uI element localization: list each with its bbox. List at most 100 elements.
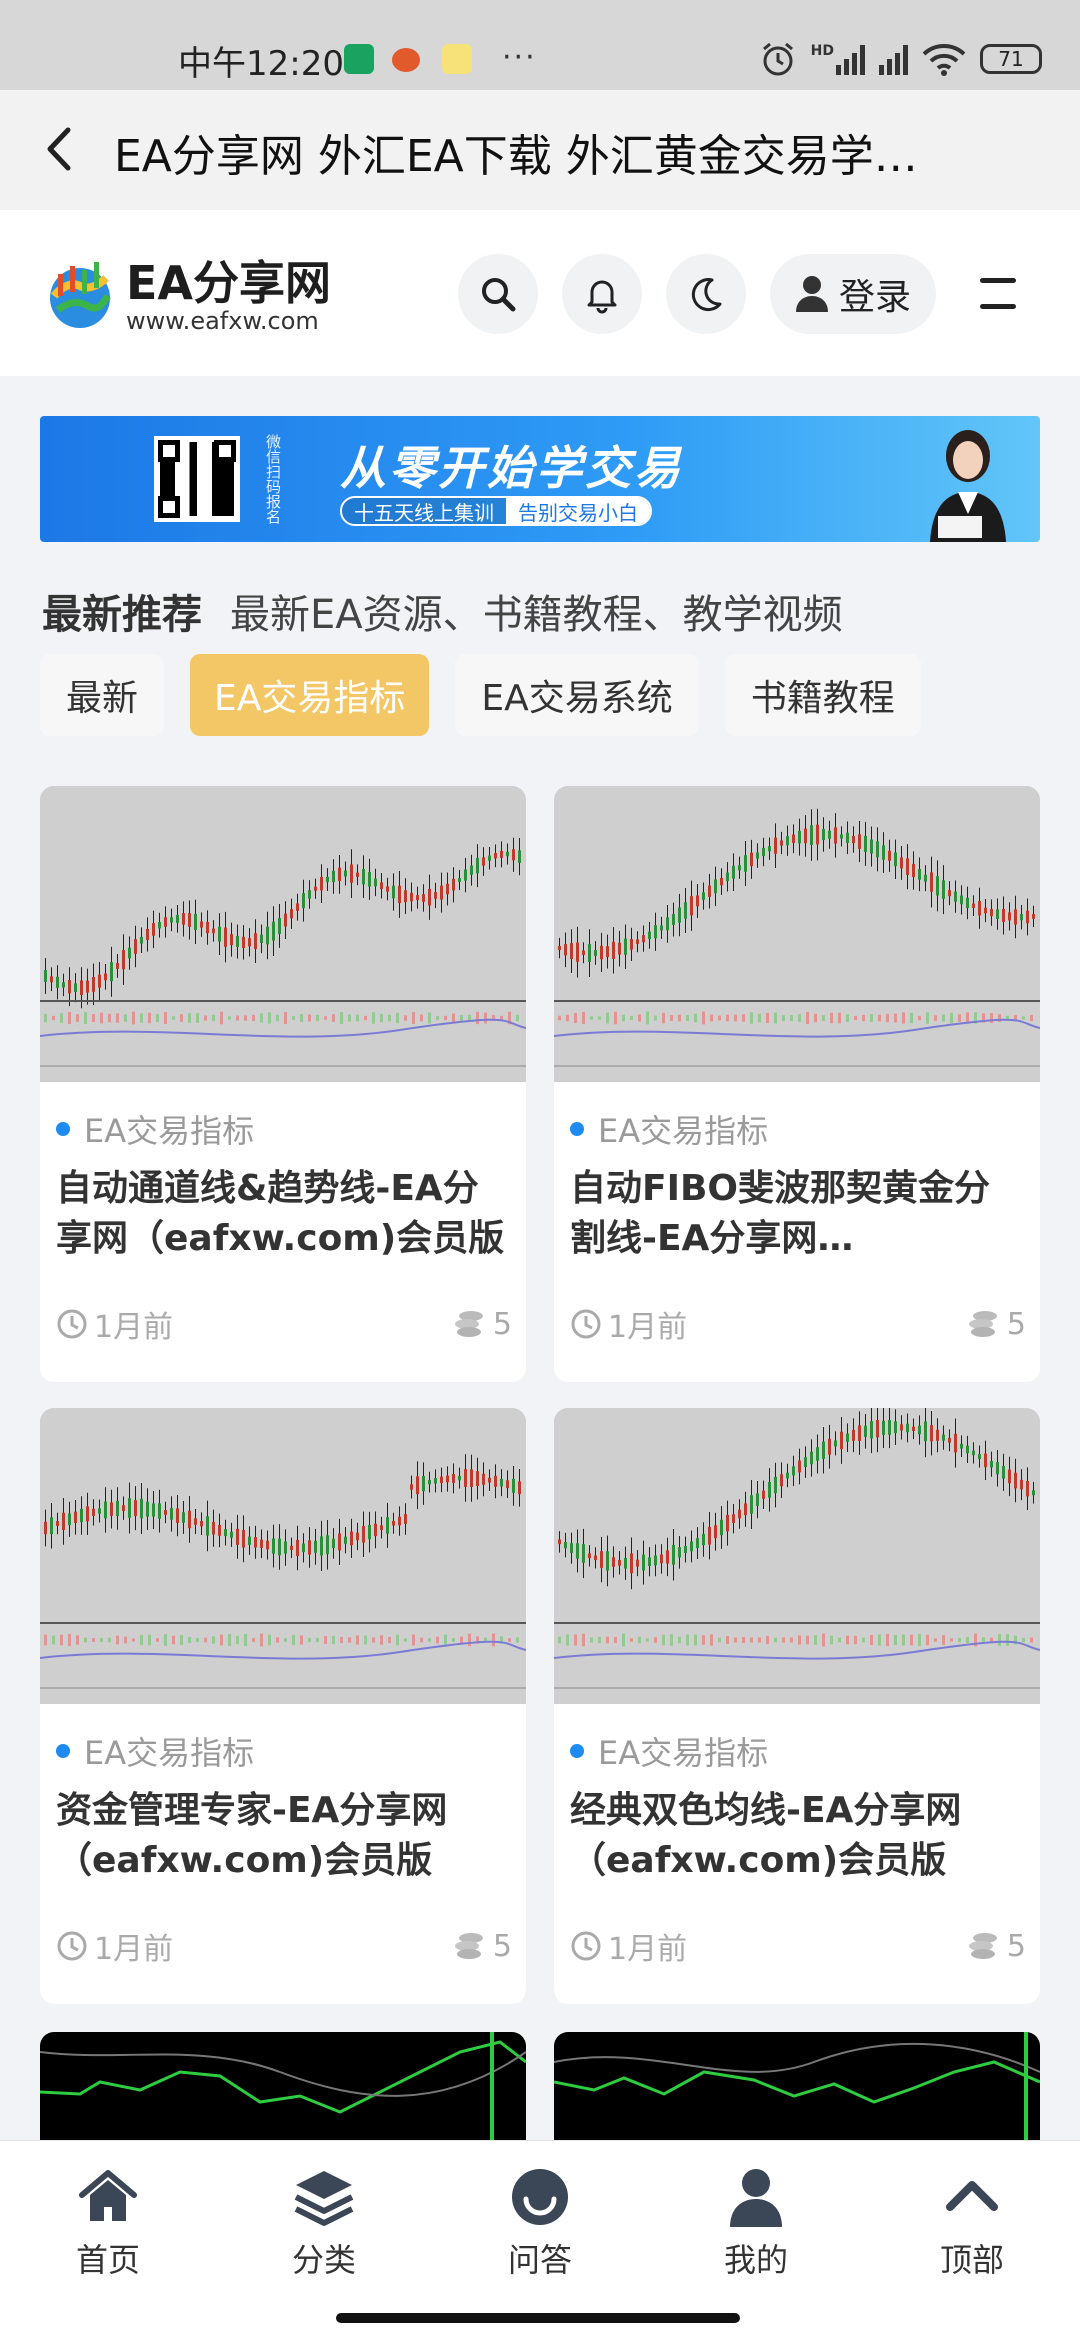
note-icon [442,44,472,74]
clock-icon [57,1931,87,1961]
nav-home-label: 首页 [75,2241,140,2279]
resource-card[interactable]: EA交易指标 经典双色均线-EA分享网（eafxw.com)会员版 1月前 5 [554,1408,1040,2004]
card-thumbnail [40,786,526,1082]
card-footer: 1月前 5 [570,1302,1026,1346]
category-dot [570,1122,584,1136]
card-thumbnail [554,786,1040,1082]
coins-icon [454,1311,483,1337]
card-footer: 1月前 5 [56,1302,512,1346]
resource-card[interactable]: EA交易指标 资金管理专家-EA分享网（eafxw.com)会员版 1月前 5 [40,1408,526,2004]
card-category: EA交易指标 [56,1106,254,1152]
logo-name: EA分享网 [126,256,332,310]
section-heading: 最新推荐 最新EA资源、书籍教程、教学视频 [42,582,843,640]
nav-qa-label: 问答 [507,2241,572,2279]
card-title[interactable]: 自动FIBO斐波那契黄金分割线-EA分享网… [570,1164,1026,1264]
notification-button[interactable] [562,254,642,334]
battery-indicator: 71 [980,44,1042,74]
alarm-icon [762,42,793,76]
resource-card[interactable]: EA交易指标 自动FIBO斐波那契黄金分割线-EA分享网… 1月前 5 [554,786,1040,1382]
card-category: EA交易指标 [570,1728,768,1774]
card-footer: 1月前 5 [570,1924,1026,1968]
card-coins: 5 [1006,1928,1026,1964]
back-icon[interactable] [36,124,86,174]
status-right: HD 71 [759,40,1042,78]
card-thumbnail [40,1408,526,1704]
banner-pill-right: 告别交易小白 [506,498,650,524]
tab-ea-systems[interactable]: EA交易系统 [455,654,699,736]
status-more-icon: ··· [502,40,537,75]
home-icon [79,2170,137,2221]
status-bar: 中午12:20 ··· HD 71 [0,0,1080,90]
card-title[interactable]: 经典双色均线-EA分享网（eafxw.com)会员版 [570,1786,1026,1886]
tab-latest[interactable]: 最新 [40,654,165,736]
category-dot [570,1744,584,1758]
layers-icon [294,2171,354,2226]
signal-icon [879,43,908,75]
card-category-label: EA交易指标 [84,1112,255,1150]
tab-books[interactable]: 书籍教程 [724,654,921,736]
logo-url: www.eafxw.com [126,307,319,335]
clock-icon [57,1309,87,1339]
status-time: 中午12:20 [178,44,344,84]
nav-top[interactable]: 顶部 [892,2165,1052,2281]
card-thumbnail-dark [554,2032,1040,2142]
dark-mode-button[interactable] [666,254,746,334]
site-logo[interactable]: EA分享网 www.eafxw.com [40,256,331,336]
logo-text: EA分享网 www.eafxw.com [126,258,331,334]
promo-banner[interactable]: 微信扫码报名 从零开始学交易 十五天线上集训 告别交易小白 [40,416,1040,542]
banner-pill: 十五天线上集训 告别交易小白 [340,496,652,526]
app-notification-icon [392,48,420,72]
menu-icon[interactable] [976,272,1020,316]
card-thumbnail [554,1408,1040,1704]
card-title[interactable]: 自动通道线&趋势线-EA分享网（eafxw.com)会员版 [56,1164,512,1264]
login-button[interactable]: 登录 [770,254,936,334]
login-label: 登录 [838,277,911,318]
wifi-icon [922,44,966,76]
nav-top-label: 顶部 [939,2241,1004,2279]
network-label: HD [810,43,834,59]
bell-icon [587,280,617,314]
resource-card-partial[interactable] [554,2032,1040,2142]
section-subtitle: 最新EA资源、书籍教程、教学视频 [230,592,843,638]
site-header: EA分享网 www.eafxw.com 登录 [0,210,1080,376]
presenter-image [930,430,1006,542]
category-dot [56,1122,70,1136]
nav-category-label: 分类 [291,2241,356,2279]
search-icon [482,278,516,312]
card-footer: 1月前 5 [56,1924,512,1968]
resource-card-partial[interactable] [40,2032,526,2142]
page-title: EA分享网 外汇EA下载 外汇黄金交易学… [114,131,918,182]
section-title: 最新推荐 [42,592,202,638]
nav-qa[interactable]: 问答 [460,2165,620,2281]
bottom-nav: 首页 分类 问答 我的 顶部 [0,2140,1080,2340]
nav-mine[interactable]: 我的 [676,2165,836,2281]
smile-icon [512,2169,568,2225]
search-button[interactable] [458,254,538,334]
card-thumbnail-dark [40,2032,526,2142]
tab-ea-indicators[interactable]: EA交易指标 [190,654,430,736]
clock-icon [571,1309,601,1339]
banner-side-text: 微信扫码报名 [264,434,282,524]
card-category: EA交易指标 [56,1728,254,1774]
banner-pill-left: 十五天线上集训 [342,498,506,524]
card-coins: 5 [1006,1306,1026,1342]
nav-home[interactable]: 首页 [28,2165,188,2281]
nav-category[interactable]: 分类 [244,2165,404,2281]
coins-icon [968,1933,997,1959]
nav-mine-label: 我的 [723,2241,788,2279]
banner-headline: 从零开始学交易 [340,441,683,495]
category-dot [56,1744,70,1758]
card-category-label: EA交易指标 [598,1112,769,1150]
coins-icon [968,1311,997,1337]
home-indicator[interactable] [336,2313,740,2323]
card-title[interactable]: 资金管理专家-EA分享网（eafxw.com)会员版 [56,1786,512,1886]
card-category: EA交易指标 [570,1106,768,1152]
category-tabs: 最新 EA交易指标 EA交易系统 书籍教程 [40,654,921,736]
card-time: 1月前 [608,1310,688,1345]
coins-icon [454,1933,483,1959]
resource-card[interactable]: EA交易指标 自动通道线&趋势线-EA分享网（eafxw.com)会员版 1月前… [40,786,526,1382]
card-category-label: EA交易指标 [598,1734,769,1772]
signal-hd-icon: HD [811,43,865,75]
title-bar: EA分享网 外汇EA下载 外汇黄金交易学… [0,90,1080,210]
clock-icon [571,1931,601,1961]
